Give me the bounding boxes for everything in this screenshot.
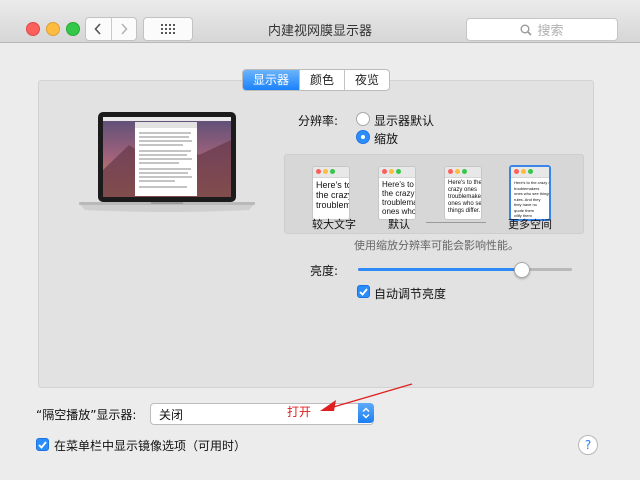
annotation-open-text: 打开 xyxy=(287,405,312,419)
airplay-display-label: “隔空播放”显示器: xyxy=(36,408,137,422)
tab-color[interactable]: 颜色 xyxy=(299,70,344,90)
brightness-slider-knob[interactable] xyxy=(513,262,530,278)
mirroring-options-label: 在菜单栏中显示镜像选项（可用时） xyxy=(54,439,247,453)
search-field[interactable]: 搜索 xyxy=(466,18,618,41)
scale-option-more-space[interactable]: Here's to the crazy ones troublemakers o… xyxy=(509,165,551,221)
mirroring-options-checkbox[interactable] xyxy=(36,438,49,451)
auto-brightness-checkbox[interactable] xyxy=(357,285,370,298)
brightness-slider[interactable] xyxy=(358,268,572,271)
scale-option-medium[interactable]: Here's to the crazy ones troublemakers o… xyxy=(444,166,482,220)
brightness-slider-fill xyxy=(358,268,521,271)
radio-display-default-label: 显示器默认 xyxy=(374,114,435,128)
macbook-illustration xyxy=(79,112,255,212)
scale-caption-more-space: 更多空间 xyxy=(508,218,552,231)
scaling-performance-note: 使用缩放分辨率可能会影响性能。 xyxy=(354,239,519,252)
scale-caption-default: 默认 xyxy=(388,218,410,231)
help-icon: ? xyxy=(584,438,592,452)
airplay-display-value: 关闭 xyxy=(159,408,184,422)
scale-range-line xyxy=(426,222,486,223)
checkmark-icon xyxy=(38,440,47,449)
display-preferences-window: 内建视网膜显示器 搜索 显示器 颜色 夜览 分辨率: 显示器默认 缩放 Here… xyxy=(0,0,640,480)
scale-option-preview-text: Here's to the crazy ones troublemakers o… xyxy=(514,180,549,218)
resolution-label: 分辨率: xyxy=(298,114,339,128)
tab-display[interactable]: 显示器 xyxy=(243,70,300,90)
scale-option-default[interactable]: Here's to the crazy troublemakers ones w… xyxy=(378,166,416,220)
search-placeholder: 搜索 xyxy=(537,24,564,39)
scale-option-larger-text[interactable]: Here's to the crazy troublema xyxy=(312,166,350,220)
annotation-arrow xyxy=(320,383,413,411)
search-icon xyxy=(520,24,533,36)
scale-option-preview-text: Here's to the crazy troublemakers ones w… xyxy=(382,180,415,216)
tab-bar: 显示器 颜色 夜览 xyxy=(242,69,391,91)
scale-caption-larger-text: 较大文字 xyxy=(312,218,356,231)
scale-option-preview-text: Here's to the crazy troublema xyxy=(316,180,349,210)
radio-display-default[interactable] xyxy=(356,112,370,126)
help-button[interactable]: ? xyxy=(578,435,598,455)
brightness-label: 亮度: xyxy=(310,264,339,278)
radio-scaled[interactable] xyxy=(356,130,370,144)
title-bar: 内建视网膜显示器 搜索 xyxy=(0,0,640,43)
scale-option-preview-text: Here's to the crazy ones troublemakers o… xyxy=(448,180,481,214)
checkmark-icon xyxy=(359,287,368,296)
radio-scaled-label: 缩放 xyxy=(374,132,399,146)
tab-night-shift[interactable]: 夜览 xyxy=(344,70,389,90)
auto-brightness-label: 自动调节亮度 xyxy=(374,287,447,301)
